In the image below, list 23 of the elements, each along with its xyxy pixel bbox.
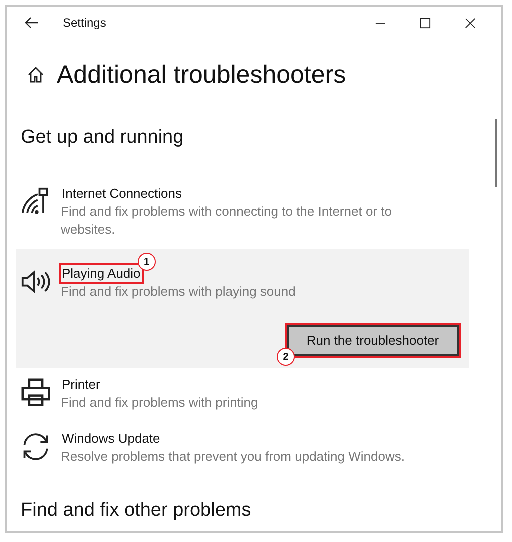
maximize-icon[interactable] xyxy=(420,18,431,28)
run-troubleshooter-button[interactable]: Run the troubleshooter xyxy=(287,325,459,356)
step-number-badge: 2 xyxy=(277,348,295,366)
home-icon[interactable] xyxy=(27,66,45,84)
troubleshooter-item[interactable]: Playing Audio 1 Find and fix problems with playing sound Run the troubleshooter 2 xyxy=(16,249,469,368)
section-heading: Find and fix other problems xyxy=(21,500,252,522)
page-heading: Additional troubleshooters xyxy=(57,60,346,90)
window-title: Settings xyxy=(63,16,106,30)
item-description: Find and fix problems with printing xyxy=(61,394,260,412)
scrollbar[interactable] xyxy=(495,119,497,187)
item-description: Resolve problems that prevent you from updating Windows. xyxy=(61,448,406,466)
network-icon xyxy=(21,187,51,217)
printer-icon xyxy=(21,378,51,408)
sync-icon xyxy=(21,432,51,462)
close-icon[interactable] xyxy=(465,18,476,28)
item-description: Find and fix problems with playing sound xyxy=(61,283,297,301)
item-title[interactable]: Windows Update xyxy=(61,430,162,447)
item-description: Find and fix problems with connecting to the Internet or to websites. xyxy=(61,203,393,239)
back-arrow-icon[interactable] xyxy=(25,17,39,29)
item-title[interactable]: Internet Connections xyxy=(61,185,183,202)
section-heading: Get up and running xyxy=(21,127,185,149)
item-title[interactable]: Printer xyxy=(61,376,102,393)
step-number-badge: 1 xyxy=(138,253,156,271)
